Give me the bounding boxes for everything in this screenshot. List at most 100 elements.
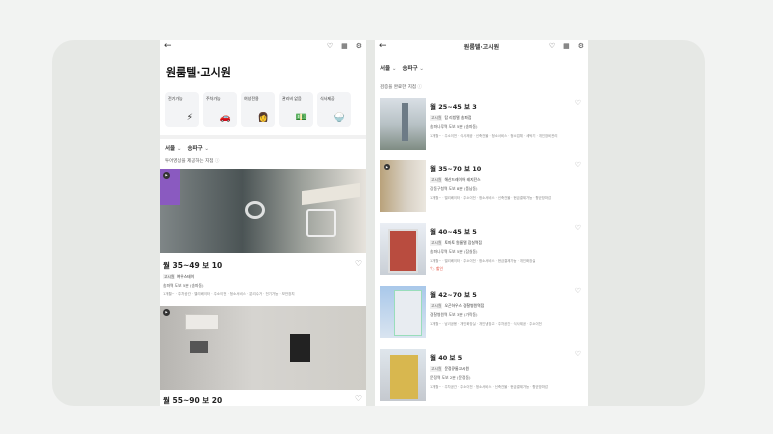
category-label: 관리비 없음 xyxy=(282,96,302,101)
heart-icon[interactable]: ♡ xyxy=(575,224,581,232)
price-text: 월 55~90 보 20 xyxy=(163,396,223,405)
listing-photo[interactable]: ▶ xyxy=(160,169,366,253)
section-title: 투어영상을 제공하는 지점 xyxy=(165,159,214,164)
category-electric[interactable]: 전기가능 ⚡ xyxy=(165,92,199,127)
listing-name-row: 고시원 탑 리빙텔 송파점 xyxy=(430,115,583,121)
listing-address: 송파역 도보 5분 (송파동) xyxy=(163,283,204,288)
listing-price[interactable]: 월 55~90 보 20 ♡ xyxy=(163,394,366,406)
list-item[interactable]: 월 25~45 보 3 ♡ 고시원 탑 리빙텔 송파점 송파나루역 도보 5분 (… xyxy=(380,98,583,150)
building-shape xyxy=(390,355,418,399)
section-heading: 검증을 완료한 지점 ⓘ xyxy=(380,84,588,90)
heart-icon[interactable]: ♡ xyxy=(355,394,362,403)
video-play-icon: ▶ xyxy=(163,309,170,316)
building-shape xyxy=(402,103,408,141)
building-shape xyxy=(394,290,422,336)
bill-icon: 💵 xyxy=(295,113,307,123)
listing-name: 여우스테이 xyxy=(176,274,195,279)
list-item[interactable]: 월 40~45 보 5 ♡ 고시원 토마토 원룸텔 잠실역점 송파나루역 도보 5… xyxy=(380,223,583,275)
map-icon[interactable]: ▦ xyxy=(563,42,570,50)
list-item[interactable]: ▶ 월 35~70 보 10 ♡ 고시원 해산드레이어 레지던스 강동구청역 도보… xyxy=(380,160,583,212)
listing-photo[interactable]: ▶ xyxy=(160,306,366,390)
listing-price: 월 40 보 5 xyxy=(430,354,463,362)
listing-thumbnail xyxy=(380,98,426,150)
listing-thumbnail xyxy=(380,286,426,338)
map-icon[interactable]: ▦ xyxy=(341,42,348,50)
listing-address: 문정역 도보 2분 (문정동) xyxy=(430,375,471,380)
woman-icon: 👩 xyxy=(257,113,269,123)
filter-city[interactable]: 서울 xyxy=(380,64,396,72)
chair-shape xyxy=(306,209,336,237)
filter-icon[interactable]: ⚙ xyxy=(356,42,362,50)
category-list: 전기가능 ⚡ 주차가능 🚗 여성전용 👩 관리비 없음 💵 식사제공 🍚 xyxy=(165,92,366,127)
heart-icon[interactable]: ♡ xyxy=(575,99,581,107)
listing-name: 오곤하우스 경찰병원역점 xyxy=(444,303,485,308)
building-shape xyxy=(388,229,418,273)
listing-name: 문정큐룸고시원 xyxy=(444,366,469,371)
video-play-icon: ▶ xyxy=(384,164,390,170)
listing-type: 고시원 xyxy=(430,240,443,246)
category-women-only[interactable]: 여성전용 👩 xyxy=(241,92,275,127)
heart-icon[interactable]: ♡ xyxy=(575,287,581,295)
category-parking[interactable]: 주차가능 🚗 xyxy=(203,92,237,127)
heart-icon[interactable]: ♡ xyxy=(355,259,362,268)
listing-name: 탑 리빙텔 송파점 xyxy=(444,115,472,120)
listing-address: 송파나루역 도보 5분 (잠실동) xyxy=(430,249,478,254)
listing-thumbnail xyxy=(380,349,426,401)
category-label: 식사제공 xyxy=(320,96,335,101)
info-icon[interactable]: ⓘ xyxy=(417,85,422,90)
top-bar: ← 원룸텔·고시원 ♡ ▦ ⚙ xyxy=(375,40,588,56)
filter-district[interactable]: 송파구 xyxy=(402,64,424,72)
listing-thumbnail: ▶ xyxy=(380,160,426,212)
listing-address: 경찰병원역 도보 3분 (가락동) xyxy=(430,312,478,317)
favorite-icon[interactable]: ♡ xyxy=(327,42,333,50)
listing-type: 고시원 xyxy=(430,177,443,183)
listing-name-row: 고시원 토마토 원룸텔 잠실역점 xyxy=(430,240,583,246)
shelf-shape xyxy=(185,314,219,330)
listing-price: 월 40~45 보 5 xyxy=(430,228,477,236)
filter-district[interactable]: 송파구 xyxy=(187,144,209,152)
listing-tags: 1개월~ · 엘리베이터 · 주소이전 · 청소서비스 · 현금결제가능 · 개… xyxy=(430,259,536,263)
list-item[interactable]: 월 42~70 보 5 ♡ 고시원 오곤하우스 경찰병원역점 경찰병원역 도보 3… xyxy=(380,286,583,338)
listing-address: 강동구청역 도보 8분 (풍납동) xyxy=(430,186,478,191)
listing-price: 월 25~45 보 3 xyxy=(430,103,477,111)
listing-type: 고시원 xyxy=(430,303,443,309)
listing-type: 고시원 xyxy=(163,274,176,279)
filter-icon[interactable]: ⚙ xyxy=(578,42,584,50)
listing-type: 고시원 xyxy=(430,366,443,372)
screenshot-card: ← ♡ ▦ ⚙ 원룸텔·고시원 전기가능 ⚡ 주차가능 🚗 여성전용 👩 관리비 없음… xyxy=(52,40,705,406)
listing-tags: 1개월~ · 주차공간 · 엘리베이터 · 주소이전 · 청소서비스 · 분리수… xyxy=(163,292,295,296)
meal-icon: 🍚 xyxy=(333,113,345,123)
discount-badge: 🏷 할인 xyxy=(430,266,444,271)
listing-tags: 1개월~ · 주차공간 · 주소이전 · 청소서비스 · 신축건물 · 현금결제… xyxy=(430,385,548,389)
desk-shape xyxy=(302,182,360,206)
tv-shape xyxy=(290,334,310,362)
category-meal[interactable]: 식사제공 🍚 xyxy=(317,92,351,127)
heart-icon[interactable]: ♡ xyxy=(575,350,581,358)
price-text: 월 35~49 보 10 xyxy=(163,261,223,270)
section-heading: 투어영상을 제공하는 지점 ⓘ xyxy=(165,158,366,164)
lightning-icon: ⚡ xyxy=(186,113,193,123)
listing-price: 월 35~70 보 10 xyxy=(430,165,482,173)
page-title: 원룸텔·고시원 xyxy=(166,66,231,79)
listing-name-row: 고시원 문정큐룸고시원 xyxy=(430,366,583,372)
listing-name: 토마토 원룸텔 잠실역점 xyxy=(444,240,482,245)
back-arrow-icon[interactable]: ← xyxy=(164,41,172,51)
listing-price: 월 42~70 보 5 xyxy=(430,291,477,299)
video-play-icon: ▶ xyxy=(163,172,170,179)
microwave-shape xyxy=(190,341,208,353)
region-filters: 서울 송파구 xyxy=(380,64,588,72)
top-bar: ← ♡ ▦ ⚙ xyxy=(160,40,366,56)
info-icon[interactable]: ⓘ xyxy=(215,159,220,164)
listing-price[interactable]: 월 35~49 보 10 ♡ xyxy=(163,259,366,271)
left-phone-screen: ← ♡ ▦ ⚙ 원룸텔·고시원 전기가능 ⚡ 주차가능 🚗 여성전용 👩 관리비 없음… xyxy=(160,40,366,406)
category-label: 여성전용 xyxy=(244,96,259,101)
filter-city[interactable]: 서울 xyxy=(165,144,181,152)
category-label: 전기가능 xyxy=(168,96,183,101)
list-item[interactable]: 월 40 보 5 ♡ 고시원 문정큐룸고시원 문정역 도보 2분 (문정동) 1개… xyxy=(380,349,583,401)
listing-name-row: 고시원 오곤하우스 경찰병원역점 xyxy=(430,303,583,309)
category-no-fee[interactable]: 관리비 없음 💵 xyxy=(279,92,313,127)
listing-name-row: 고시원 해산드레이어 레지던스 xyxy=(430,177,583,183)
heart-icon[interactable]: ♡ xyxy=(575,161,581,169)
listing-name: 해산드레이어 레지던스 xyxy=(444,177,481,182)
favorite-icon[interactable]: ♡ xyxy=(549,42,555,50)
